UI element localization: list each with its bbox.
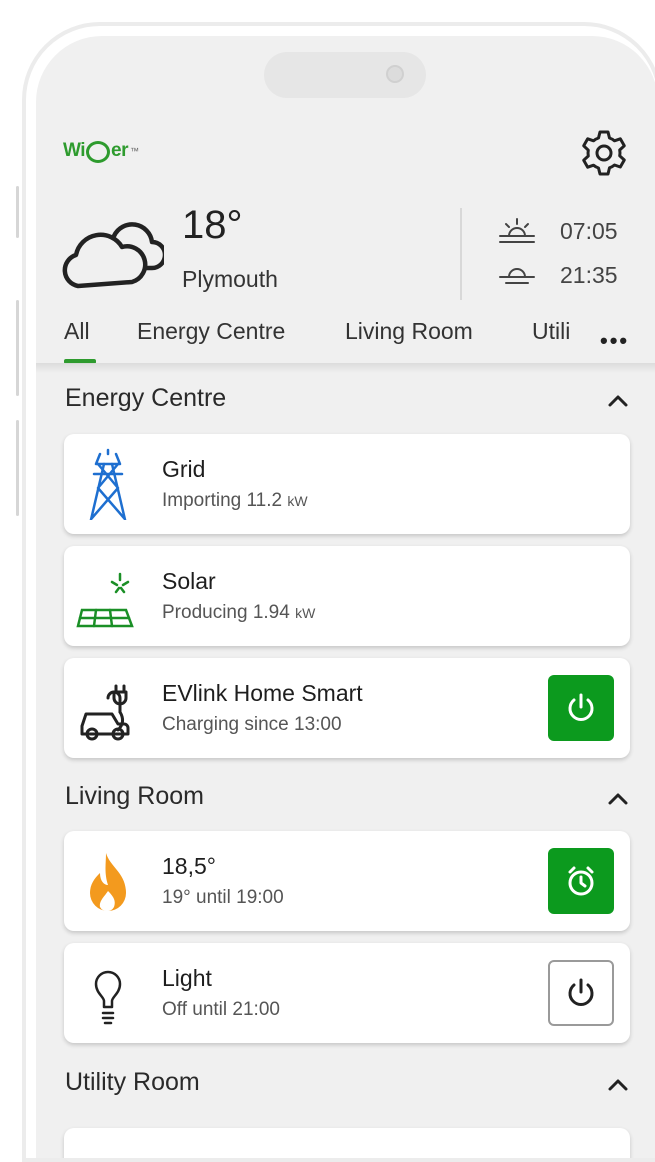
device-status: Off until 21:00 bbox=[162, 999, 280, 1020]
device-status: Producing 1.94 kW bbox=[162, 602, 315, 624]
device-card-light[interactable]: Light Off until 21:00 bbox=[64, 943, 630, 1043]
front-camera bbox=[386, 65, 404, 83]
more-tabs-button[interactable]: ••• bbox=[600, 328, 629, 354]
tabs-shadow bbox=[36, 363, 655, 373]
device-status: Charging since 13:00 bbox=[162, 714, 342, 735]
tab-utility-room[interactable]: Utili bbox=[532, 318, 570, 345]
device-name: Solar bbox=[162, 568, 216, 594]
power-icon bbox=[568, 978, 594, 1006]
sunrise-time: 07:05 bbox=[560, 217, 618, 244]
solar-panel-icon bbox=[76, 572, 134, 628]
device-name: Light bbox=[162, 965, 212, 991]
tab-energy-centre[interactable]: Energy Centre bbox=[137, 318, 285, 345]
tab-living-room[interactable]: Living Room bbox=[345, 318, 473, 345]
phone-side-button-3 bbox=[16, 420, 19, 516]
status-text: Importing 11.2 bbox=[162, 490, 283, 511]
status-unit: kW bbox=[295, 605, 316, 621]
dynamic-island bbox=[264, 52, 426, 98]
status-unit: kW bbox=[287, 493, 308, 509]
chevron-up-icon[interactable] bbox=[606, 788, 630, 808]
section-title-energy-centre: Energy Centre bbox=[65, 384, 227, 412]
power-icon bbox=[568, 693, 594, 721]
sunrise-icon bbox=[499, 218, 535, 243]
logo-text-left: Wi bbox=[63, 140, 86, 161]
wiser-logo: Wi er ™ bbox=[63, 138, 139, 164]
weather-divider bbox=[460, 208, 462, 300]
location-name: Plymouth bbox=[182, 266, 278, 292]
sunset-icon bbox=[499, 268, 535, 284]
current-room-temperature: 18,5° bbox=[162, 853, 216, 879]
logo-mark-icon bbox=[86, 141, 111, 163]
heating-boost-button[interactable] bbox=[548, 848, 614, 914]
section-title-utility-room: Utility Room bbox=[65, 1068, 200, 1096]
flame-icon bbox=[90, 853, 126, 912]
device-card-ev-charger[interactable]: EVlink Home Smart Charging since 13:00 bbox=[64, 658, 630, 758]
heating-schedule: 19° until 19:00 bbox=[162, 887, 284, 908]
sunset-time: 21:35 bbox=[560, 261, 618, 288]
chevron-up-icon[interactable] bbox=[606, 390, 630, 410]
tab-all[interactable]: All bbox=[64, 318, 90, 345]
device-name: EVlink Home Smart bbox=[162, 680, 363, 706]
light-bulb-icon bbox=[94, 970, 122, 1025]
sunset-row: 21:35 bbox=[496, 258, 618, 292]
status-text: Producing 1.94 bbox=[162, 602, 290, 623]
room-tabs: All Energy Centre Living Room Utili bbox=[36, 318, 655, 364]
phone-side-button-2 bbox=[16, 300, 19, 396]
logo-trademark: ™ bbox=[130, 146, 139, 156]
section-title-living-room: Living Room bbox=[65, 782, 204, 810]
sunrise-row: 07:05 bbox=[496, 214, 618, 248]
device-card-grid[interactable]: Grid Importing 11.2 kW bbox=[64, 434, 630, 534]
device-name: Grid bbox=[162, 456, 206, 482]
current-temperature: 18° bbox=[182, 203, 243, 247]
app-screen: Wi er ™ 18° Plymouth 07:05 21:35 All Ene… bbox=[36, 36, 655, 1158]
ev-charger-icon bbox=[80, 684, 130, 741]
device-card-partial[interactable] bbox=[64, 1128, 630, 1158]
device-card-heating[interactable]: 18,5° 19° until 19:00 bbox=[64, 831, 630, 931]
light-power-button[interactable] bbox=[548, 960, 614, 1026]
timer-icon bbox=[568, 866, 594, 896]
cloudy-weather-icon bbox=[62, 222, 164, 289]
device-card-solar[interactable]: Solar Producing 1.94 kW bbox=[64, 546, 630, 646]
gear-icon[interactable] bbox=[577, 126, 631, 180]
phone-side-button-1 bbox=[16, 186, 19, 238]
pylon-icon bbox=[89, 448, 127, 520]
phone-frame: Wi er ™ 18° Plymouth 07:05 21:35 All Ene… bbox=[22, 22, 655, 1162]
logo-text-right: er bbox=[111, 140, 129, 161]
device-status: Importing 11.2 kW bbox=[162, 490, 308, 512]
ev-power-button[interactable] bbox=[548, 675, 614, 741]
chevron-up-icon[interactable] bbox=[606, 1074, 630, 1094]
